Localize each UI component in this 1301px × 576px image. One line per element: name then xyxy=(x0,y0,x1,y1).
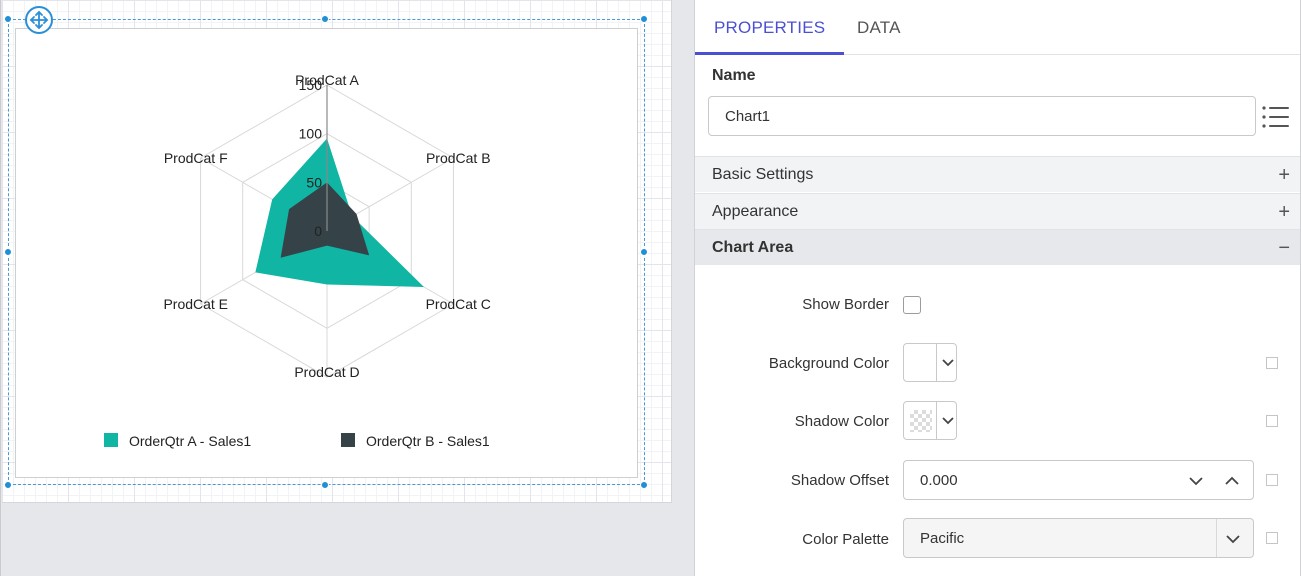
resize-handle-bottom[interactable] xyxy=(321,481,329,489)
shadow-color-swatch xyxy=(910,410,932,432)
decrement-chevron-down-icon[interactable] xyxy=(1185,470,1207,492)
expand-icon: + xyxy=(1278,164,1290,186)
properties-panel: PROPERTIES DATA Name Basic Settings + Ap… xyxy=(694,0,1301,576)
tab-data[interactable]: DATA xyxy=(857,0,901,55)
color-palette-value: Pacific xyxy=(920,530,965,547)
shadow-offset-input[interactable] xyxy=(904,461,1174,499)
axis-tick-label: 0 xyxy=(314,223,322,239)
color-palette-expression-toggle[interactable] xyxy=(1266,532,1278,544)
chevron-down-icon xyxy=(942,359,954,367)
section-appearance-label: Appearance xyxy=(712,203,799,220)
section-appearance[interactable]: Appearance + xyxy=(695,193,1300,229)
legend-swatch xyxy=(341,433,355,447)
name-label: Name xyxy=(712,67,756,84)
chart-area[interactable]: 0 50 100 150 ProdCat A ProdCat B ProdCat C Prod… xyxy=(15,28,638,478)
show-border-checkbox[interactable] xyxy=(903,296,921,314)
tab-properties[interactable]: PROPERTIES xyxy=(695,0,845,55)
color-palette-dropdown[interactable]: Pacific xyxy=(903,518,1254,558)
resize-handle-left[interactable] xyxy=(4,248,12,256)
category-label: ProdCat E xyxy=(163,296,228,312)
resize-handle-top-right[interactable] xyxy=(640,15,648,23)
background-color-expression-toggle[interactable] xyxy=(1266,357,1278,369)
axis-tick-label: 100 xyxy=(299,126,323,142)
chevron-down-icon xyxy=(1226,535,1240,544)
radar-chart: 050100150ProdCat AProdCat BProdCat CProd… xyxy=(104,72,491,449)
axis-tick-label: 50 xyxy=(306,174,322,190)
list-icon[interactable] xyxy=(1261,104,1291,130)
resize-handle-bottom-right[interactable] xyxy=(640,481,648,489)
section-chart-area-label: Chart Area xyxy=(712,239,794,256)
shadow-offset-expression-toggle[interactable] xyxy=(1266,474,1278,486)
legend-label: OrderQtr B - Sales1 xyxy=(366,433,490,449)
resize-handle-right[interactable] xyxy=(640,248,648,256)
collapse-icon: − xyxy=(1278,237,1290,259)
move-icon[interactable] xyxy=(25,6,53,34)
legend-swatch xyxy=(104,433,118,447)
category-label: ProdCat F xyxy=(164,150,228,166)
background-color-picker[interactable] xyxy=(903,343,957,382)
section-basic-settings[interactable]: Basic Settings + xyxy=(695,156,1300,192)
category-label: ProdCat B xyxy=(426,150,491,166)
legend-label: OrderQtr A - Sales1 xyxy=(129,433,251,449)
designer-canvas: 0 50 100 150 ProdCat A ProdCat B ProdCat C Prod… xyxy=(0,0,694,576)
section-basic-settings-label: Basic Settings xyxy=(712,166,814,183)
section-chart-area[interactable]: Chart Area − xyxy=(695,229,1300,265)
shadow-offset-label: Shadow Offset xyxy=(790,472,889,489)
category-label: ProdCat C xyxy=(426,296,491,312)
shadow-color-label: Shadow Color xyxy=(794,413,889,430)
panel-tabs: PROPERTIES DATA xyxy=(695,0,1300,55)
name-input[interactable] xyxy=(708,96,1256,136)
show-border-label: Show Border xyxy=(802,296,889,313)
resize-handle-top-left[interactable] xyxy=(4,15,12,23)
expand-icon: + xyxy=(1278,201,1290,223)
background-color-swatch xyxy=(910,352,932,374)
resize-handle-top[interactable] xyxy=(321,15,329,23)
color-palette-label: Color Palette xyxy=(802,531,889,548)
shadow-color-expression-toggle[interactable] xyxy=(1266,415,1278,427)
shadow-color-picker[interactable] xyxy=(903,401,957,440)
category-label: ProdCat D xyxy=(294,364,359,380)
shadow-offset-stepper xyxy=(903,460,1254,500)
resize-handle-bottom-left[interactable] xyxy=(4,481,12,489)
category-label: ProdCat A xyxy=(295,72,359,88)
chevron-down-icon xyxy=(942,417,954,425)
background-color-label: Background Color xyxy=(768,355,889,372)
increment-chevron-up-icon[interactable] xyxy=(1221,470,1243,492)
